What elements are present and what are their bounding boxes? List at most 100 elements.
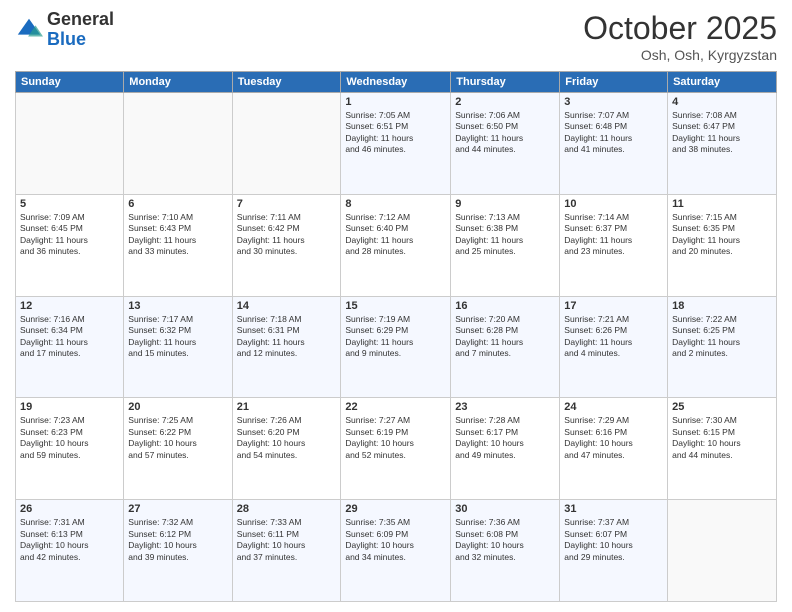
- day-number: 30: [455, 503, 555, 515]
- day-cell: 29 Sunrise: 7:35 AM Sunset: 6:09 PM Dayli…: [341, 500, 451, 602]
- day-header-saturday: Saturday: [668, 72, 777, 93]
- day-info: Sunrise: 7:05 AM Sunset: 6:51 PM Dayligh…: [345, 110, 446, 156]
- day-number: 6: [128, 198, 227, 210]
- day-cell: 2 Sunrise: 7:06 AM Sunset: 6:50 PM Daylig…: [451, 93, 560, 195]
- day-info: Sunrise: 7:35 AM Sunset: 6:09 PM Dayligh…: [345, 517, 446, 563]
- day-number: 29: [345, 503, 446, 515]
- day-info: Sunrise: 7:12 AM Sunset: 6:40 PM Dayligh…: [345, 212, 446, 258]
- day-info: Sunrise: 7:16 AM Sunset: 6:34 PM Dayligh…: [20, 314, 119, 360]
- day-info: Sunrise: 7:23 AM Sunset: 6:23 PM Dayligh…: [20, 415, 119, 461]
- logo-text: General Blue: [47, 10, 114, 50]
- day-info: Sunrise: 7:37 AM Sunset: 6:07 PM Dayligh…: [564, 517, 663, 563]
- day-cell: 7 Sunrise: 7:11 AM Sunset: 6:42 PM Daylig…: [232, 194, 341, 296]
- day-cell: [16, 93, 124, 195]
- header: General Blue October 2025 Osh, Osh, Kyrg…: [15, 10, 777, 63]
- day-cell: 27 Sunrise: 7:32 AM Sunset: 6:12 PM Dayli…: [124, 500, 232, 602]
- day-number: 26: [20, 503, 119, 515]
- day-cell: 31 Sunrise: 7:37 AM Sunset: 6:07 PM Dayli…: [560, 500, 668, 602]
- logo: General Blue: [15, 10, 114, 50]
- day-info: Sunrise: 7:18 AM Sunset: 6:31 PM Dayligh…: [237, 314, 337, 360]
- week-row-3: 19Sunrise: 7:23 AM Sunset: 6:23 PM Dayli…: [16, 398, 777, 500]
- day-info: Sunrise: 7:09 AM Sunset: 6:45 PM Dayligh…: [20, 212, 119, 258]
- day-info: Sunrise: 7:36 AM Sunset: 6:08 PM Dayligh…: [455, 517, 555, 563]
- day-cell: 25Sunrise: 7:30 AM Sunset: 6:15 PM Dayli…: [668, 398, 777, 500]
- day-header-monday: Monday: [124, 72, 232, 93]
- day-number: 13: [128, 300, 227, 312]
- day-info: Sunrise: 7:32 AM Sunset: 6:12 PM Dayligh…: [128, 517, 227, 563]
- week-row-2: 12Sunrise: 7:16 AM Sunset: 6:34 PM Dayli…: [16, 296, 777, 398]
- day-cell: 23Sunrise: 7:28 AM Sunset: 6:17 PM Dayli…: [451, 398, 560, 500]
- day-info: Sunrise: 7:20 AM Sunset: 6:28 PM Dayligh…: [455, 314, 555, 360]
- day-info: Sunrise: 7:15 AM Sunset: 6:35 PM Dayligh…: [672, 212, 772, 258]
- day-cell: 4Sunrise: 7:08 AM Sunset: 6:47 PM Daylig…: [668, 93, 777, 195]
- day-info: Sunrise: 7:07 AM Sunset: 6:48 PM Dayligh…: [564, 110, 663, 156]
- day-number: 10: [564, 198, 663, 210]
- day-number: 15: [345, 300, 446, 312]
- title-block: October 2025 Osh, Osh, Kyrgyzstan: [583, 10, 777, 63]
- day-cell: 19Sunrise: 7:23 AM Sunset: 6:23 PM Dayli…: [16, 398, 124, 500]
- day-info: Sunrise: 7:30 AM Sunset: 6:15 PM Dayligh…: [672, 415, 772, 461]
- day-info: Sunrise: 7:33 AM Sunset: 6:11 PM Dayligh…: [237, 517, 337, 563]
- day-number: 5: [20, 198, 119, 210]
- day-number: 27: [128, 503, 227, 515]
- day-number: 20: [128, 401, 227, 413]
- day-info: Sunrise: 7:21 AM Sunset: 6:26 PM Dayligh…: [564, 314, 663, 360]
- day-info: Sunrise: 7:08 AM Sunset: 6:47 PM Dayligh…: [672, 110, 772, 156]
- day-cell: 15 Sunrise: 7:19 AM Sunset: 6:29 PM Dayli…: [341, 296, 451, 398]
- day-cell: 3 Sunrise: 7:07 AM Sunset: 6:48 PM Daylig…: [560, 93, 668, 195]
- logo-general-text: General: [47, 10, 114, 30]
- day-number: 28: [237, 503, 337, 515]
- day-cell: 11 Sunrise: 7:15 AM Sunset: 6:35 PM Dayli…: [668, 194, 777, 296]
- day-number: 8: [345, 198, 446, 210]
- day-info: Sunrise: 7:27 AM Sunset: 6:19 PM Dayligh…: [345, 415, 446, 461]
- day-cell: 28 Sunrise: 7:33 AM Sunset: 6:11 PM Dayli…: [232, 500, 341, 602]
- day-cell: [668, 500, 777, 602]
- day-cell: 20 Sunrise: 7:25 AM Sunset: 6:22 PM Dayli…: [124, 398, 232, 500]
- day-number: 1: [345, 96, 446, 108]
- page: General Blue October 2025 Osh, Osh, Kyrg…: [0, 0, 792, 612]
- day-header-thursday: Thursday: [451, 72, 560, 93]
- day-info: Sunrise: 7:31 AM Sunset: 6:13 PM Dayligh…: [20, 517, 119, 563]
- day-info: Sunrise: 7:10 AM Sunset: 6:43 PM Dayligh…: [128, 212, 227, 258]
- day-cell: 8 Sunrise: 7:12 AM Sunset: 6:40 PM Daylig…: [341, 194, 451, 296]
- day-info: Sunrise: 7:25 AM Sunset: 6:22 PM Dayligh…: [128, 415, 227, 461]
- day-header-sunday: Sunday: [16, 72, 124, 93]
- day-number: 21: [237, 401, 337, 413]
- day-cell: 22Sunrise: 7:27 AM Sunset: 6:19 PM Dayli…: [341, 398, 451, 500]
- day-number: 17: [564, 300, 663, 312]
- day-number: 18: [672, 300, 772, 312]
- day-cell: 17 Sunrise: 7:21 AM Sunset: 6:26 PM Dayli…: [560, 296, 668, 398]
- day-cell: 24Sunrise: 7:29 AM Sunset: 6:16 PM Dayli…: [560, 398, 668, 500]
- day-info: Sunrise: 7:11 AM Sunset: 6:42 PM Dayligh…: [237, 212, 337, 258]
- day-header-wednesday: Wednesday: [341, 72, 451, 93]
- day-info: Sunrise: 7:22 AM Sunset: 6:25 PM Dayligh…: [672, 314, 772, 360]
- day-number: 16: [455, 300, 555, 312]
- day-info: Sunrise: 7:19 AM Sunset: 6:29 PM Dayligh…: [345, 314, 446, 360]
- day-cell: 16 Sunrise: 7:20 AM Sunset: 6:28 PM Dayli…: [451, 296, 560, 398]
- day-number: 31: [564, 503, 663, 515]
- day-number: 11: [672, 198, 772, 210]
- day-cell: 5 Sunrise: 7:09 AM Sunset: 6:45 PM Daylig…: [16, 194, 124, 296]
- day-info: Sunrise: 7:28 AM Sunset: 6:17 PM Dayligh…: [455, 415, 555, 461]
- day-cell: 10Sunrise: 7:14 AM Sunset: 6:37 PM Dayli…: [560, 194, 668, 296]
- day-cell: 26 Sunrise: 7:31 AM Sunset: 6:13 PM Dayli…: [16, 500, 124, 602]
- day-cell: [232, 93, 341, 195]
- day-cell: 13 Sunrise: 7:17 AM Sunset: 6:32 PM Dayli…: [124, 296, 232, 398]
- day-number: 7: [237, 198, 337, 210]
- day-cell: 18 Sunrise: 7:22 AM Sunset: 6:25 PM Dayli…: [668, 296, 777, 398]
- day-cell: 9Sunrise: 7:13 AM Sunset: 6:38 PM Daylig…: [451, 194, 560, 296]
- day-number: 24: [564, 401, 663, 413]
- day-number: 14: [237, 300, 337, 312]
- day-number: 2: [455, 96, 555, 108]
- week-row-1: 5 Sunrise: 7:09 AM Sunset: 6:45 PM Daylig…: [16, 194, 777, 296]
- day-number: 9: [455, 198, 555, 210]
- calendar-header-row: SundayMondayTuesdayWednesdayThursdayFrid…: [16, 72, 777, 93]
- day-number: 3: [564, 96, 663, 108]
- day-cell: 14 Sunrise: 7:18 AM Sunset: 6:31 PM Dayli…: [232, 296, 341, 398]
- day-info: Sunrise: 7:06 AM Sunset: 6:50 PM Dayligh…: [455, 110, 555, 156]
- day-info: Sunrise: 7:17 AM Sunset: 6:32 PM Dayligh…: [128, 314, 227, 360]
- day-cell: 1 Sunrise: 7:05 AM Sunset: 6:51 PM Daylig…: [341, 93, 451, 195]
- day-cell: 21Sunrise: 7:26 AM Sunset: 6:20 PM Dayli…: [232, 398, 341, 500]
- day-cell: 6 Sunrise: 7:10 AM Sunset: 6:43 PM Daylig…: [124, 194, 232, 296]
- calendar-table: SundayMondayTuesdayWednesdayThursdayFrid…: [15, 71, 777, 602]
